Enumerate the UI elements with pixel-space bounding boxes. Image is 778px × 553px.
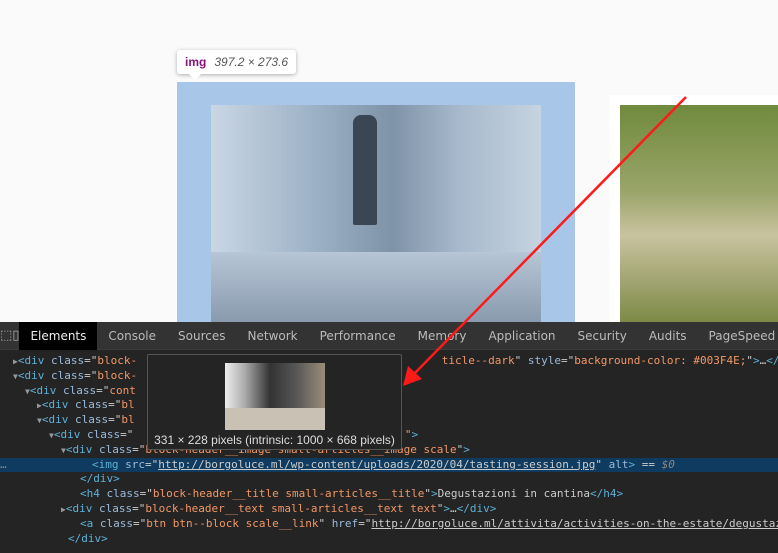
code-token: =" bbox=[84, 368, 98, 382]
tab-pagespeed[interactable]: PageSpeed bbox=[698, 322, 778, 350]
code-token: Degustazioni in cantina bbox=[437, 487, 590, 501]
image-thumbnail bbox=[224, 363, 325, 430]
code-token: background-color: #003F4E; bbox=[574, 354, 747, 367]
code-token: =" bbox=[132, 501, 146, 515]
code-token: =" bbox=[358, 516, 372, 530]
code-token: <div bbox=[65, 501, 99, 515]
tab-console[interactable]: Console bbox=[97, 322, 167, 350]
code-token: =" bbox=[120, 427, 134, 441]
code-token: class bbox=[50, 368, 85, 382]
code-token: ticle--dark bbox=[441, 354, 515, 367]
code-token: " bbox=[595, 457, 609, 471]
dom-node-row[interactable]: ▶<div class="block-header__text small-ar… bbox=[0, 502, 778, 517]
code-token: =" bbox=[108, 398, 122, 412]
code-token: == bbox=[635, 457, 662, 471]
code-token[interactable]: http://borgoluce.ml/wp-content/uploads/2… bbox=[158, 458, 595, 471]
tab-elements[interactable]: Elements bbox=[19, 321, 98, 350]
code-token: </div> bbox=[80, 472, 120, 486]
devtools-tabbar: ⬚ ▯ Elements Console Sources Network Perform… bbox=[0, 321, 778, 350]
code-token: </h4> bbox=[589, 487, 624, 501]
code-token: alt bbox=[608, 457, 629, 471]
code-token: cont bbox=[109, 383, 136, 397]
code-token: " bbox=[318, 516, 332, 530]
dom-node-row[interactable]: </div> bbox=[0, 472, 778, 487]
code-token: class bbox=[98, 442, 133, 456]
code-token: <div bbox=[29, 383, 63, 397]
code-token: <img bbox=[92, 457, 126, 471]
code-token: bl bbox=[121, 398, 135, 412]
code-token: > bbox=[753, 354, 760, 367]
code-token: <div bbox=[17, 368, 51, 382]
tab-sources[interactable]: Sources bbox=[167, 322, 236, 350]
web-page: img 397.2 × 273.6 bbox=[0, 0, 778, 322]
dom-node-row[interactable]: … <img src="http://borgoluce.ml/wp-conten… bbox=[0, 457, 778, 473]
tab-audits[interactable]: Audits bbox=[638, 322, 698, 350]
code-token: … bbox=[449, 501, 457, 515]
image-preview-tooltip: 331 × 228 pixels (intrinsic: 1000 × 668 … bbox=[147, 354, 402, 450]
node-menu-dots[interactable]: … bbox=[0, 458, 7, 473]
inspect-element-icon[interactable]: ⬚ bbox=[0, 328, 12, 343]
code-token: =" bbox=[145, 457, 159, 471]
dom-node-row[interactable]: <h4 class="block-header__title small-art… bbox=[0, 487, 778, 502]
code-token: src bbox=[125, 457, 145, 471]
code-token: class bbox=[99, 516, 133, 530]
tasting-session-image[interactable] bbox=[211, 105, 541, 322]
code-token: > bbox=[443, 501, 450, 515]
code-token: <div bbox=[17, 354, 51, 367]
code-token: <div bbox=[41, 413, 75, 427]
code-token: =" bbox=[108, 413, 122, 427]
code-token: class bbox=[98, 501, 133, 515]
code-token: class bbox=[74, 413, 109, 427]
image-size-caption: 331 × 228 pixels (intrinsic: 1000 × 668 … bbox=[154, 433, 395, 447]
code-token: class bbox=[62, 383, 97, 397]
tab-performance[interactable]: Performance bbox=[309, 322, 407, 350]
code-token: class bbox=[74, 398, 109, 412]
code-token: =" bbox=[84, 354, 98, 367]
code-token: <div bbox=[53, 427, 87, 441]
tab-security[interactable]: Security bbox=[567, 322, 638, 350]
dom-node-row[interactable]: <a class="btn btn--block scale__link" hr… bbox=[0, 517, 778, 532]
code-token: =" bbox=[139, 487, 153, 501]
tooltip-tag: img bbox=[185, 55, 207, 69]
code-token: <div bbox=[41, 398, 75, 412]
tab-application[interactable]: Application bbox=[477, 322, 566, 350]
code-token: $0 bbox=[661, 457, 675, 471]
code-token: > bbox=[431, 487, 438, 501]
code-token: =" bbox=[132, 442, 146, 456]
code-token: class bbox=[106, 487, 140, 501]
code-token: <h4 bbox=[80, 487, 107, 501]
code-token: bl bbox=[121, 413, 135, 427]
tooltip-dimensions: 397.2 × 273.6 bbox=[214, 55, 289, 69]
dom-node-row[interactable]: </div> bbox=[0, 532, 778, 547]
inspect-tooltip: img 397.2 × 273.6 bbox=[177, 50, 297, 80]
code-token: <a bbox=[80, 516, 100, 530]
tab-memory[interactable]: Memory bbox=[407, 322, 478, 350]
tab-network[interactable]: Network bbox=[237, 322, 309, 350]
code-token[interactable]: http://borgoluce.ml/attivita/activities-… bbox=[371, 517, 778, 530]
code-token: block- bbox=[97, 368, 138, 382]
code-token: </div> bbox=[766, 354, 778, 367]
code-token: > bbox=[411, 427, 419, 441]
vineyard-image[interactable] bbox=[620, 105, 778, 322]
code-token: =" bbox=[96, 383, 110, 397]
code-token: btn btn--block scale__link bbox=[146, 516, 319, 530]
code-token: </div> bbox=[456, 501, 497, 515]
code-token: href bbox=[331, 516, 359, 530]
code-token: > bbox=[463, 442, 470, 456]
code-token: style bbox=[527, 354, 561, 367]
code-token: <div bbox=[65, 442, 99, 456]
code-token: </div> bbox=[68, 531, 108, 545]
code-token: class bbox=[86, 427, 121, 441]
code-token: block- bbox=[97, 354, 138, 367]
code-token: block-header__text small-articles__text … bbox=[145, 501, 437, 515]
code-token: =" bbox=[133, 516, 147, 530]
code-token: =" bbox=[560, 354, 575, 367]
code-token: class bbox=[50, 354, 85, 367]
code-token: block-header__title small-articles__titl… bbox=[152, 487, 425, 501]
code-token: " bbox=[514, 354, 528, 367]
device-toolbar-icon[interactable]: ▯ bbox=[12, 328, 19, 343]
